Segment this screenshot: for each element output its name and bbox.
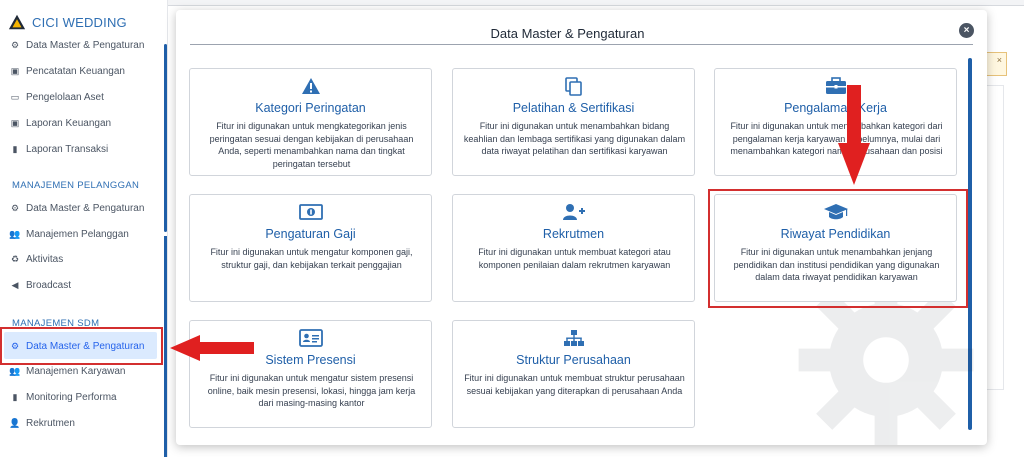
card-description: Fitur ini digunakan untuk menambahkan bi… <box>463 121 686 156</box>
card-pengalaman-kerja[interactable]: Pengalaman Kerja Fitur ini digunakan unt… <box>714 68 957 176</box>
highlight-box-sidebar <box>0 327 163 365</box>
card-description: Fitur ini digunakan untuk mengatur kompo… <box>210 247 413 270</box>
card-title: Rekrutmen <box>542 227 605 241</box>
card-description: Fitur ini digunakan untuk menambahkan ka… <box>730 121 943 156</box>
sidebar-item-manajemen-pelanggan[interactable]: 👥 Manajemen Pelanggan <box>9 224 128 244</box>
user-plus-icon: 👤 <box>9 417 21 428</box>
card-title: Pengaturan Gaji <box>265 227 356 241</box>
sidebar-item-data-master-pelanggan[interactable]: ⚙ Data Master & Pengaturan <box>10 198 144 218</box>
alert-close-icon[interactable]: × <box>997 55 1002 65</box>
sidebar-item-pengelolaan-aset[interactable]: ▭ Pengelolaan Aset <box>10 87 104 107</box>
id-card-icon <box>298 329 323 347</box>
card-description: Fitur ini digunakan untuk mengatur siste… <box>207 373 416 408</box>
card-description: Fitur ini digunakan untuk membuat strukt… <box>464 373 685 396</box>
card-pelatihan-sertifikasi[interactable]: Pelatihan & Sertifikasi Fitur ini diguna… <box>452 68 695 176</box>
background-alert: × <box>985 52 1007 76</box>
sidebar-item-laporan-keuangan[interactable]: ▣ Laporan Keuangan <box>10 113 111 133</box>
money-icon: ▣ <box>10 65 20 76</box>
user-plus-icon <box>562 204 585 220</box>
sidebar-item-monitoring-performa[interactable]: ▮ Monitoring Performa <box>10 387 117 407</box>
asset-icon: ▭ <box>10 91 20 102</box>
card-title: Pengalaman Kerja <box>784 101 887 115</box>
logo-icon <box>8 14 26 30</box>
close-icon[interactable]: × <box>959 23 974 38</box>
recycle-icon: ♻ <box>10 253 20 264</box>
arrow-left-icon <box>170 335 254 361</box>
section-manajemen-pelanggan: MANAJEMEN PELANGGAN <box>12 180 140 191</box>
book-icon: ▮ <box>12 143 18 154</box>
sidebar-scrollbar[interactable] <box>164 44 167 232</box>
sidebar-item-rekrutmen[interactable]: 👤 Rekrutmen <box>9 413 75 433</box>
card-title: Struktur Perusahaan <box>516 353 631 367</box>
sidebar-item-laporan-transaksi[interactable]: ▮ Laporan Transaksi <box>10 139 109 159</box>
brand[interactable]: CICI WEDDING <box>8 12 127 32</box>
sidebar-item-broadcast[interactable]: ◀ Broadcast <box>10 275 72 295</box>
money-icon: ▣ <box>10 117 20 128</box>
card-struktur-perusahaan[interactable]: Struktur Perusahaan Fitur ini digunakan … <box>452 320 695 428</box>
modal-divider <box>190 44 973 45</box>
book-icon: ▮ <box>12 391 18 402</box>
copy-icon <box>564 77 582 96</box>
users-icon: 👥 <box>9 228 21 239</box>
sidebar-item-aktivitas[interactable]: ♻ Aktivitas <box>10 249 63 269</box>
gears-icon: ⚙ <box>10 39 20 50</box>
card-description: Fitur ini digunakan untuk membuat katego… <box>478 247 671 270</box>
highlight-box-riwayat-pendidikan <box>708 189 968 308</box>
sidebar-item-pencatatan-keuangan[interactable]: ▣ Pencatatan Keuangan <box>10 61 125 81</box>
card-title: Kategori Peringatan <box>255 101 366 115</box>
money-bill-icon <box>298 204 323 220</box>
card-pengaturan-gaji[interactable]: Pengaturan Gaji Fitur ini digunakan untu… <box>189 194 432 302</box>
bullhorn-icon: ◀ <box>11 279 19 290</box>
users-icon: 👥 <box>9 365 21 376</box>
sidebar-item-data-master-keuangan[interactable]: ⚙ Data Master & Pengaturan <box>10 35 144 55</box>
brand-name: CICI WEDDING <box>32 14 127 30</box>
top-bar <box>168 0 1024 6</box>
modal-title: Data Master & Pengaturan <box>490 26 645 41</box>
card-rekrutmen[interactable]: Rekrutmen Fitur ini digunakan untuk memb… <box>452 194 695 302</box>
sidebar-scrollbar-lower[interactable] <box>164 236 167 457</box>
gears-icon: ⚙ <box>10 202 20 213</box>
arrow-down-icon <box>838 85 870 185</box>
sitemap-icon <box>563 330 584 346</box>
card-kategori-peringatan[interactable]: Kategori Peringatan Fitur ini digunakan … <box>189 68 432 176</box>
card-description: Fitur ini digunakan untuk mengkategorika… <box>209 121 414 169</box>
card-title: Pelatihan & Sertifikasi <box>512 101 635 115</box>
sidebar: CICI WEDDING ⚙ Data Master & Pengaturan ▣… <box>0 0 168 457</box>
warning-icon <box>301 78 320 94</box>
